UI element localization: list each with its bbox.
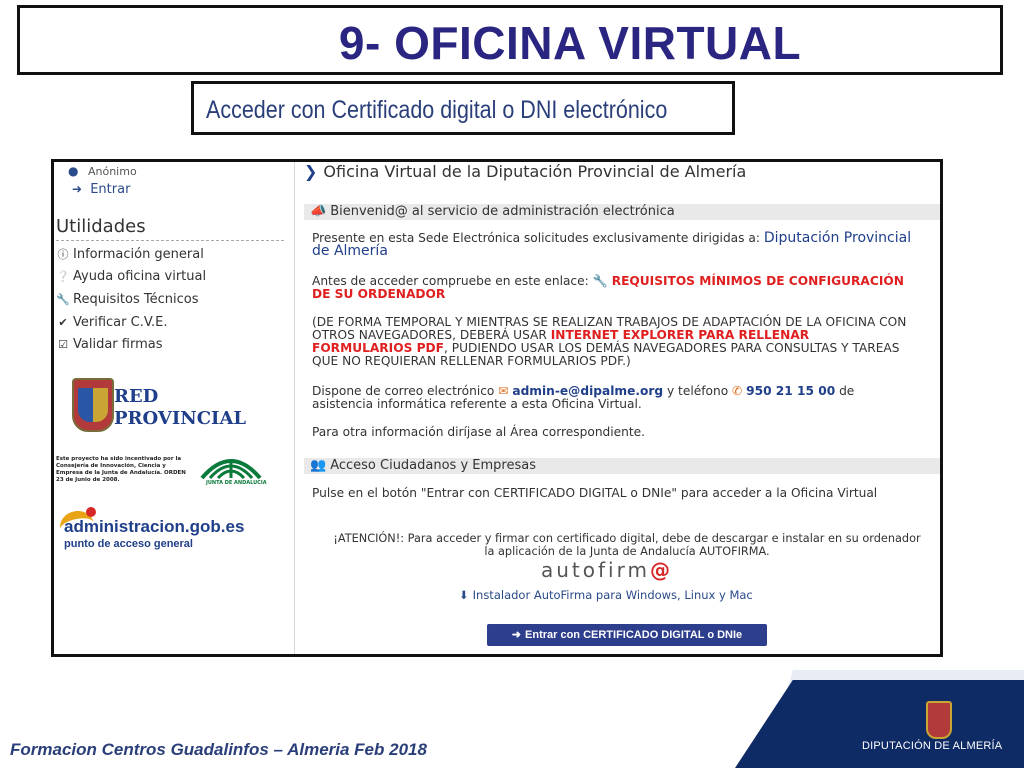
enter-certificate-button[interactable]: ➜ Entrar con CERTIFICADO DIGITAL o DNIe [487,624,767,646]
utilities-divider [56,240,284,241]
sidebar-item-requisitos[interactable]: 🔧 Requisitos Técnicos [56,292,199,307]
sidebar-item-ayuda[interactable]: ❔ Ayuda oficina virtual [56,269,206,284]
sidebar-item-label: Requisitos Técnicos [73,292,199,307]
wrench-icon: 🔧 [56,293,70,306]
page-breadcrumb: ❯ Oficina Virtual de la Diputación Provin… [304,162,746,181]
autofirma-installer-link[interactable]: ⬇ Instalador AutoFirma para Windows, Linu… [459,588,753,602]
admin-logo-subtext: punto de acceso general [64,538,193,550]
sign-in-icon: ➜ [72,182,83,196]
access-bar: 👥 Acceso Ciudadanos y Empresas [304,458,940,474]
info-circle-icon: ⓘ [57,248,69,261]
welcome-bar: 📣 Bienvenid@ al servicio de administració… [304,204,940,220]
red-provincial-logo[interactable]: RED PROVINCIAL [70,376,270,436]
wrench-icon: 🔧 [592,274,608,288]
question-circle-icon: ❔ [56,270,70,283]
junta-andalucia-logo[interactable]: JUNTA DE ANDALUCIA [196,450,267,492]
main-content: ❯ Oficina Virtual de la Diputación Provin… [304,162,940,654]
junta-note: Este proyecto ha sido incentivado por la… [56,456,186,483]
autofirma-logo-text: autofirm [541,558,650,582]
diputacion-shield-icon [926,701,952,739]
administracion-gob-logo[interactable]: administracion.gob.es punto de acceso ge… [56,507,276,557]
sidebar-item-label: Verificar C.V.E. [73,315,168,330]
envelope-icon: ✉ [498,384,509,398]
other-info-paragraph: Para otra información diríjase al Área c… [312,425,646,439]
breadcrumb-label: Oficina Virtual de la Diputación Provinc… [323,162,747,181]
user-icon: ● [68,164,79,178]
contact-text-a: Dispone de correo electrónico [312,384,495,398]
admin-logo-text: administracion.gob.es [64,517,245,536]
slide-subtitle: Acceder con Certificado digital o DNI el… [206,96,668,124]
contact-text-b: y teléfono [666,384,729,398]
contact-email-link[interactable]: admin-e@dipalme.org [512,384,663,398]
contact-paragraph: Dispone de correo electrónico ✉ admin-e@… [312,385,912,411]
sidebar: ● Anónimo ➜ Entrar Utilidades ⓘ Informaci… [54,162,295,654]
enter-certificate-label: Entrar con CERTIFICADO DIGITAL o DNIe [525,629,743,641]
check-circle-icon: ✔ [58,316,68,329]
footer-band [735,680,1024,768]
users-icon: 👥 [310,458,327,473]
download-icon: ⬇ [459,588,469,602]
installer-label: Instalador AutoFirma para Windows, Linux… [472,588,753,602]
temporary-notice-paragraph: (DE FORMA TEMPORAL Y MIENTRAS SE REALIZA… [312,316,912,368]
sign-in-icon: ➜ [511,629,522,641]
intro-paragraph: Presente en esta Sede Electrónica solici… [312,231,912,258]
coat-of-arms-icon [72,378,114,432]
sidebar-item-informacion[interactable]: ⓘ Información general [56,246,204,262]
check-square-icon: ☑ [58,338,68,351]
autofirma-logo: autofirm@ [541,558,673,582]
utilities-title: Utilidades [56,216,146,237]
chevron-right-icon: ❯ [304,162,318,181]
footer-caption: Formacion Centros Guadalinfos – Almeria … [10,740,427,759]
access-bar-label: Acceso Ciudadanos y Empresas [330,458,536,473]
user-status: ● Anónimo [68,164,137,178]
requirements-paragraph: Antes de acceder compruebe en este enlac… [312,275,912,301]
contact-phone: 950 21 15 00 [746,384,836,398]
sidebar-item-validar[interactable]: ☑ Validar firmas [56,337,162,352]
welcome-bar-label: Bienvenid@ al servicio de administración… [330,204,675,219]
autofirma-logo-at: @ [649,558,673,582]
sidebar-item-label: Validar firmas [73,337,163,352]
junta-logo-text: JUNTA DE ANDALUCIA [206,480,267,486]
footer-org: DIPUTACIÓN DE ALMERÍA [862,740,1003,752]
bullhorn-icon: 📣 [310,204,327,219]
access-instructions: Pulse en el botón "Entrar con CERTIFICAD… [312,486,878,500]
admin-dot-icon [86,507,96,517]
slide-title: 9- OFICINA VIRTUAL [338,17,802,69]
sidebar-item-label: Ayuda oficina virtual [73,269,207,284]
sidebar-enter-link[interactable]: ➜ Entrar [72,182,130,197]
screenshot-frame: ● Anónimo ➜ Entrar Utilidades ⓘ Informaci… [51,159,943,657]
user-label: Anónimo [87,165,137,178]
requirements-text: Antes de acceder compruebe en este enlac… [312,274,589,288]
slide-subtitle-box: Acceder con Certificado digital o DNI el… [191,81,735,135]
phone-icon: ✆ [732,384,743,398]
slide-title-box: 9- OFICINA VIRTUAL [17,5,1003,75]
sidebar-item-label: Información general [73,247,204,262]
attention-notice: ¡ATENCIÓN!: Para acceder y firmar con ce… [333,532,921,558]
sidebar-enter-label: Entrar [90,182,131,197]
red-provincial-text: RED PROVINCIAL [114,386,247,429]
sidebar-item-verificar[interactable]: ✔ Verificar C.V.E. [56,315,168,330]
